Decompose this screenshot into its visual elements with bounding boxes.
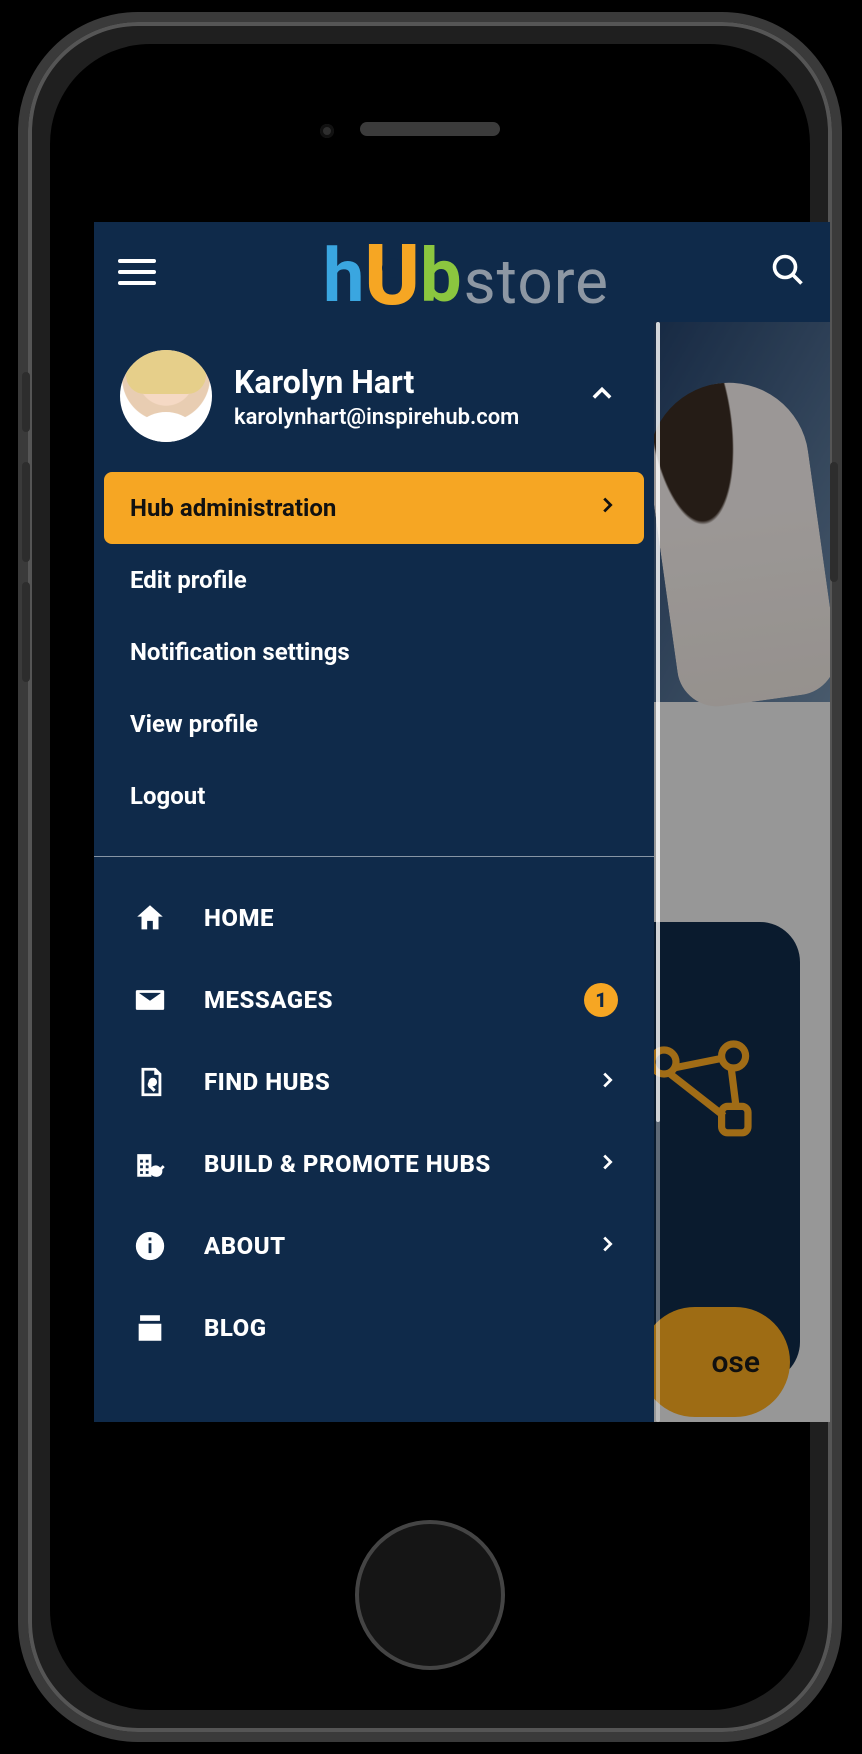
menu-notification-settings[interactable]: Notification settings [104, 616, 644, 688]
mute-switch[interactable] [22, 372, 30, 432]
menu-edit-profile[interactable]: Edit profile [104, 544, 644, 616]
nav-build-promote[interactable]: BUILD & PROMOTE HUBS [94, 1123, 654, 1205]
main-nav: HOME MESSAGES 1 [94, 859, 654, 1387]
menu-label: Edit profile [130, 566, 247, 594]
drawer-scrim[interactable] [654, 322, 830, 1422]
nav-label: BLOG [204, 1314, 584, 1342]
menu-label: Hub administration [130, 494, 336, 522]
user-header[interactable]: Karolyn Hart karolynhart@inspirehub.com [94, 322, 654, 466]
home-icon [130, 901, 170, 935]
screen: ose h U b store [94, 222, 830, 1422]
find-icon [130, 1065, 170, 1099]
nav-home[interactable]: HOME [94, 877, 654, 959]
nav-drawer: Karolyn Hart karolynhart@inspirehub.com … [94, 322, 654, 1422]
front-camera [320, 124, 334, 138]
nav-label: FIND HUBS [204, 1068, 562, 1096]
phone-speaker [360, 122, 500, 136]
build-icon [130, 1147, 170, 1181]
phone-bezel: ose h U b store [50, 44, 810, 1710]
chevron-right-icon [596, 1069, 618, 1095]
info-icon [130, 1229, 170, 1263]
menu-label: Logout [130, 782, 205, 810]
nav-label: MESSAGES [204, 986, 550, 1014]
avatar [120, 350, 212, 442]
menu-logout[interactable]: Logout [104, 760, 644, 832]
logo-u: U [364, 234, 420, 318]
home-button[interactable] [355, 1520, 505, 1670]
chevron-up-icon [588, 380, 616, 408]
drawer-scrollbar-thumb[interactable] [656, 322, 660, 1122]
mail-icon [130, 983, 170, 1017]
app-logo[interactable]: h U b store [323, 230, 609, 314]
nav-blog[interactable]: BLOG [94, 1287, 654, 1369]
menu-view-profile[interactable]: View profile [104, 688, 644, 760]
power-button[interactable] [830, 462, 838, 582]
nav-about[interactable]: ABOUT [94, 1205, 654, 1287]
menu-label: View profile [130, 710, 258, 738]
nav-find-hubs[interactable]: FIND HUBS [94, 1041, 654, 1123]
user-name: Karolyn Hart [234, 363, 566, 401]
volume-down-btn[interactable] [22, 582, 30, 682]
chevron-right-icon [596, 1233, 618, 1259]
messages-badge: 1 [584, 983, 618, 1017]
profile-menu: Hub administration Edit profile Notifica… [94, 466, 654, 852]
logo-h: h [323, 240, 364, 314]
search-button[interactable] [770, 252, 806, 292]
nav-label: HOME [204, 904, 584, 932]
nav-label: BUILD & PROMOTE HUBS [204, 1150, 562, 1178]
phone-frame: ose h U b store [18, 12, 842, 1742]
divider [94, 856, 654, 857]
collapse-user-menu[interactable] [588, 380, 628, 412]
search-icon [770, 252, 806, 288]
chevron-right-icon [596, 1151, 618, 1177]
logo-b: b [420, 240, 462, 314]
logo-rest: store [464, 252, 609, 314]
chevron-right-icon [596, 494, 618, 522]
nav-label: ABOUT [204, 1232, 562, 1260]
blog-icon [130, 1311, 170, 1345]
volume-up-btn[interactable] [22, 462, 30, 562]
menu-button[interactable] [118, 250, 162, 294]
nav-messages[interactable]: MESSAGES 1 [94, 959, 654, 1041]
user-email: karolynhart@inspirehub.com [234, 405, 566, 430]
menu-label: Notification settings [130, 638, 350, 666]
menu-hub-administration[interactable]: Hub administration [104, 472, 644, 544]
app-bar: h U b store [94, 222, 830, 322]
